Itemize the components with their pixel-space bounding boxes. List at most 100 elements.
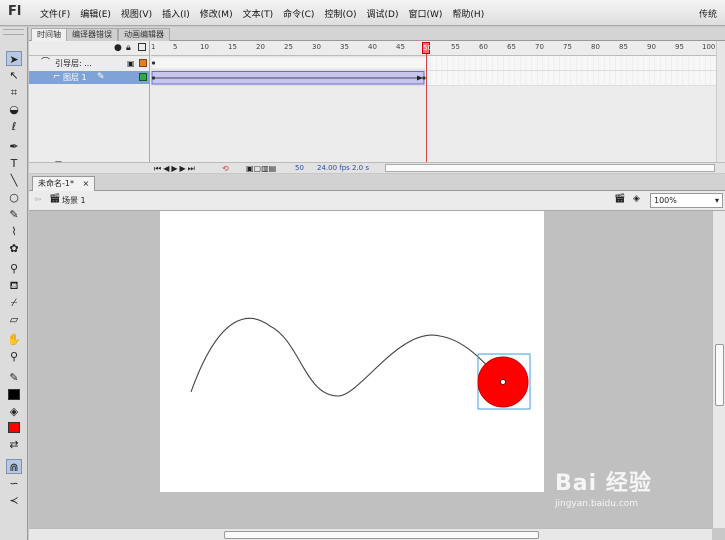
edit-bar: ⇦ 🎬︎ 场景 1 🎬︎ ◈ 100% ▾	[29, 191, 725, 211]
pen-tool-icon[interactable]: ✒	[6, 139, 22, 154]
lasso-tool-icon[interactable]: ℓ	[6, 119, 22, 134]
frame-grid[interactable]	[151, 56, 717, 162]
layer-row-selected[interactable]: ⌐ 图层 1 ✎	[29, 71, 150, 84]
swap-colors-icon[interactable]: ⇄	[6, 437, 22, 452]
fill-color-swatch[interactable]	[8, 422, 20, 433]
menu-modify[interactable]: 修改(M)	[195, 7, 238, 20]
ruler-label: 95	[675, 43, 684, 51]
paint-bucket-tool-icon[interactable]: ⛾	[6, 278, 22, 293]
pencil-tool-icon[interactable]: ✎	[6, 207, 22, 222]
keyframe-icon	[151, 76, 156, 80]
outline-icon[interactable]	[138, 43, 146, 51]
current-frame-label: 50	[423, 44, 432, 52]
stage-drawing[interactable]	[160, 211, 544, 492]
menu-debug[interactable]: 调试(D)	[362, 7, 404, 20]
eye-icon[interactable]: ●	[114, 43, 122, 53]
lock-icon[interactable]: 🔒︎	[126, 43, 131, 53]
menu-commands[interactable]: 命令(C)	[278, 7, 319, 20]
layer-color-icon[interactable]	[139, 59, 147, 67]
tools-panel: ➤ ↖ ⌗ ◒ ℓ ✒ T ╲ ○ ✎ ⌇ ✿ ⚲ ⛾ ⌿ ▱ ✋ ⚲ ✎ ◈ …	[0, 27, 28, 540]
timeline-panel: ● 🔒︎ ⌒ 引导层: ... ▣ ⌐ 图层 1 ✎ ▢ ▭ 🗑︎ 1 5 10…	[29, 41, 725, 173]
snap-to-objects-icon[interactable]: ⋒	[6, 459, 22, 474]
zoom-select[interactable]: 100% ▾	[650, 193, 723, 208]
smooth-icon[interactable]: ∽	[6, 476, 22, 491]
selection-tool-icon[interactable]: ➤	[6, 51, 22, 66]
ruler-label: 80	[591, 43, 600, 51]
layer-color-icon[interactable]	[139, 73, 147, 81]
text-tool-icon[interactable]: T	[6, 156, 22, 171]
tab-compiler-errors[interactable]: 编译器错误	[66, 28, 118, 41]
watermark-url: jingyan.baidu.com	[555, 499, 639, 509]
stage[interactable]	[160, 211, 544, 492]
frame-rate[interactable]: 24.00 fps	[317, 164, 350, 172]
tab-motion-editor[interactable]: 动画编辑器	[118, 28, 170, 41]
stroke-color-swatch[interactable]	[8, 389, 20, 400]
ruler-label: 45	[396, 43, 405, 51]
straighten-icon[interactable]: ≺	[6, 493, 22, 508]
hand-tool-icon[interactable]: ✋	[6, 332, 22, 347]
edit-scene-icon[interactable]: 🎬︎	[614, 194, 625, 204]
menu-file[interactable]: 文件(F)	[35, 7, 75, 20]
scene-label[interactable]: 场景 1	[62, 195, 86, 206]
hscroll-thumb[interactable]	[224, 531, 539, 539]
menu-help[interactable]: 帮助(H)	[447, 7, 489, 20]
frame-number[interactable]: 50	[295, 164, 304, 172]
baidu-watermark: Bai 经验 jingyan.baidu.com	[555, 465, 715, 525]
ruler-label: 35	[340, 43, 349, 51]
close-icon[interactable]: ×	[83, 179, 90, 188]
loop-icon[interactable]: ⟲	[222, 164, 229, 173]
playback-controls[interactable]: ⏮◀▶▶⏭	[154, 164, 197, 174]
ruler-label: 60	[479, 43, 488, 51]
brush-tool-icon[interactable]: ⌇	[6, 224, 22, 239]
document-tabs: 未命名-1* ×	[29, 174, 725, 191]
menu-insert[interactable]: 插入(I)	[157, 7, 195, 20]
ruler-label: 30	[312, 43, 321, 51]
menu-control[interactable]: 控制(O)	[319, 7, 361, 20]
eyedropper-tool-icon[interactable]: ⌿	[6, 295, 22, 310]
workspace-switcher[interactable]: 传统	[699, 7, 717, 20]
menu-edit[interactable]: 编辑(E)	[75, 7, 116, 20]
menu-items: 文件(F) 编辑(E) 视图(V) 插入(I) 修改(M) 文本(T) 命令(C…	[35, 7, 489, 20]
onion-skin-icon[interactable]: ▣▢▥▤	[246, 164, 276, 173]
menu-window[interactable]: 窗口(W)	[404, 7, 448, 20]
frame-ruler[interactable]: 1 5 10 15 20 25 30 35 40 45 55 60 65 70 …	[151, 41, 717, 56]
zoom-tool-icon[interactable]: ⚲	[6, 349, 22, 364]
tools-grip[interactable]	[3, 29, 24, 35]
ruler-label: 55	[451, 43, 460, 51]
back-arrow-icon[interactable]: ⇦	[34, 195, 42, 205]
ruler-label: 15	[228, 43, 237, 51]
timeline-hscroll[interactable]	[385, 164, 715, 172]
ruler-label: 100	[702, 43, 716, 51]
bone-tool-icon[interactable]: ⚲	[6, 261, 22, 276]
playhead-line	[426, 54, 427, 164]
lock-icon[interactable]: ▣	[127, 57, 135, 70]
free-transform-tool-icon[interactable]: ⌗	[6, 85, 22, 100]
ruler-label: 25	[284, 43, 293, 51]
timeline-vscroll[interactable]	[716, 41, 725, 162]
menu-text[interactable]: 文本(T)	[238, 7, 279, 20]
layer-row-guide[interactable]: ⌒ 引导层: ... ▣	[29, 57, 150, 70]
ruler-label: 10	[200, 43, 209, 51]
panel-tabs: 时间轴 编译器错误 动画编辑器	[29, 27, 725, 41]
fill-color-icon[interactable]: ◈	[6, 404, 22, 419]
stage-hscroll[interactable]	[29, 528, 712, 540]
tab-timeline[interactable]: 时间轴	[31, 28, 67, 41]
document-tab-label: 未命名-1*	[38, 179, 74, 188]
menu-bar: Fl 文件(F) 编辑(E) 视图(V) 插入(I) 修改(M) 文本(T) 命…	[0, 0, 725, 26]
ruler-label: 90	[647, 43, 656, 51]
edit-symbols-icon[interactable]: ◈	[633, 194, 640, 204]
3d-rotation-tool-icon[interactable]: ◒	[6, 102, 22, 117]
document-tab[interactable]: 未命名-1* ×	[32, 176, 96, 191]
menu-view[interactable]: 视图(V)	[116, 7, 157, 20]
oval-tool-icon[interactable]: ○	[6, 190, 22, 205]
chevron-down-icon: ▾	[714, 196, 719, 205]
subselection-tool-icon[interactable]: ↖	[6, 68, 22, 83]
line-tool-icon[interactable]: ╲	[6, 173, 22, 188]
guide-layer-icon: ⌒	[41, 58, 51, 68]
deco-tool-icon[interactable]: ✿	[6, 241, 22, 256]
timeline-controls: ⏮◀▶▶⏭ ⟲ ▣▢▥▤ 50 24.00 fps 2.0 s	[29, 162, 725, 173]
stroke-color-icon[interactable]: ✎	[6, 370, 22, 385]
eraser-tool-icon[interactable]: ▱	[6, 312, 22, 327]
ruler-label: 5	[173, 43, 178, 51]
vscroll-thumb[interactable]	[715, 344, 724, 406]
